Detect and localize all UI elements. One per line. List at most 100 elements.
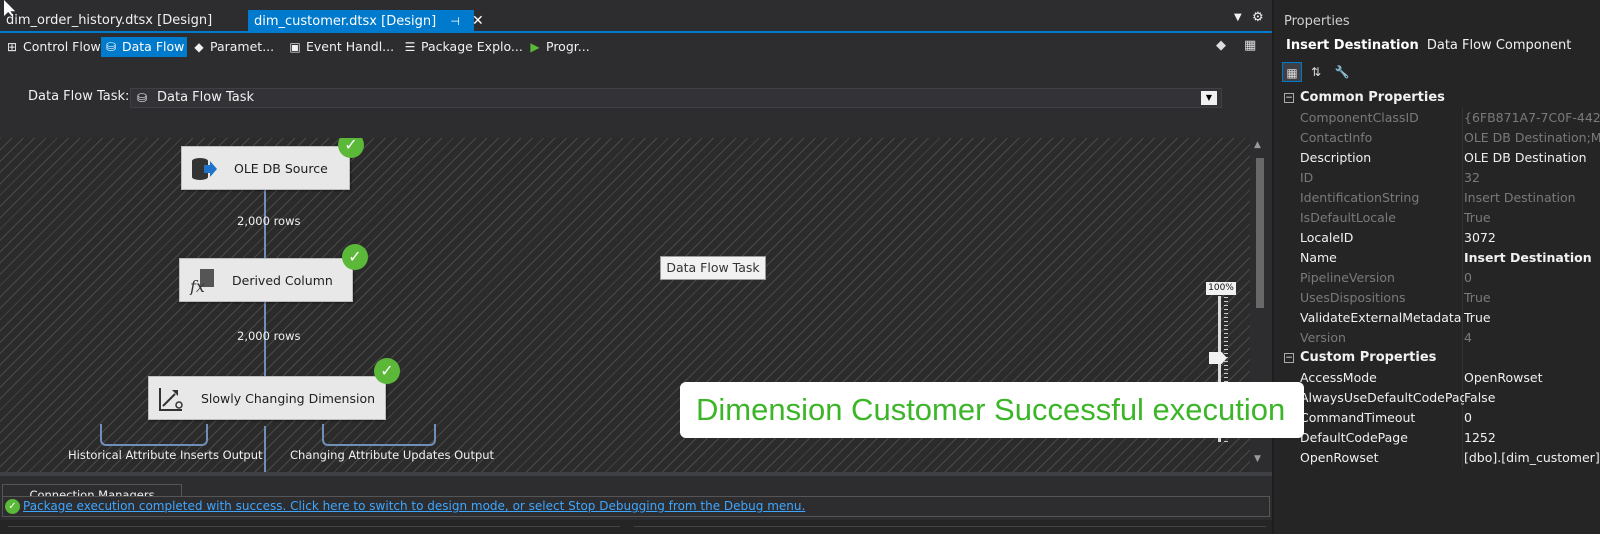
property-name: PipelineVersion [1300,270,1395,285]
property-value[interactable]: 32 [1464,168,1600,188]
task-selector-value: Data Flow Task [157,90,255,105]
property-row[interactable]: LocaleID 3072 [1274,228,1600,248]
property-row[interactable]: DefaultCodePage 1252 [1274,428,1600,448]
bottom-pane-left [8,526,620,534]
status-link[interactable]: Package execution completed with success… [23,499,805,513]
property-value[interactable]: 0 [1464,268,1600,288]
path-connector[interactable] [264,426,266,472]
property-value[interactable]: OLE DB Destination [1464,148,1600,168]
execution-status-bar: ✓ Package execution completed with succe… [2,496,1270,517]
designer-toolbar: ⊞ Control Flow ⛁ Data Flow ◆ Paramet... ▣ Ev… [0,35,1272,59]
chevron-down-icon[interactable]: ▼ [1201,91,1217,105]
scd-icon [159,388,183,411]
property-name: OpenRowset [1300,450,1379,465]
property-row[interactable]: Description OLE DB Destination [1274,148,1600,168]
variables-icon[interactable]: ◆ [1216,38,1226,53]
pin-icon[interactable]: ⊣ [450,15,460,28]
tab-label: Progr... [546,39,590,54]
alphabetical-icon[interactable]: ⇅ [1306,62,1326,82]
gear-icon[interactable]: ⚙ [1252,10,1264,25]
property-value[interactable]: True [1464,308,1600,328]
property-value[interactable]: {6FB871A7-7C0F-4421 [1464,108,1600,128]
bottom-pane-right [634,526,1266,534]
scroll-down-icon[interactable]: ▼ [1254,454,1261,464]
property-value[interactable]: Insert Destination [1464,248,1600,268]
property-row[interactable]: OpenRowset [dbo].[dim_customer] [1274,448,1600,468]
property-name: ValidateExternalMetadata [1300,310,1462,325]
property-name: AccessMode [1300,370,1377,385]
property-value[interactable]: 3072 [1464,228,1600,248]
component-label: Slowly Changing Dimension [201,391,376,406]
property-value[interactable]: OpenRowset [1464,368,1600,388]
tab-event-handlers[interactable]: ▣ Event Handl... [285,37,397,57]
tab-label: dim_customer.dtsx [Design] [254,14,437,29]
tab-label: Package Explo... [421,39,523,54]
output-label-historical: Historical Attribute Inserts Output [68,448,263,462]
property-row[interactable]: ComponentClassID {6FB871A7-7C0F-4421 [1274,108,1600,128]
tab-dropdown-icon[interactable]: ▼ [1234,12,1242,23]
property-row[interactable]: ValidateExternalMetadata True [1274,308,1600,328]
bottom-panes [0,520,1272,534]
property-value[interactable]: True [1464,208,1600,228]
output-connector-historical[interactable] [100,424,208,446]
collapse-icon[interactable]: − [1284,93,1294,103]
collapse-icon[interactable]: − [1284,353,1294,363]
ole-db-source-icon [192,158,217,180]
row-count-label: 2,000 rows [237,329,301,343]
category-label: Custom Properties [1300,350,1437,365]
property-row[interactable]: ID 32 [1274,168,1600,188]
property-value[interactable]: False [1464,388,1600,408]
property-row[interactable]: ContactInfo OLE DB Destination;M [1274,128,1600,148]
property-value[interactable]: 1252 [1464,428,1600,448]
tab-label: Data Flow [122,39,185,54]
task-selector-dropdown[interactable]: ⛁ Data Flow Task ▼ [130,88,1222,108]
property-row[interactable]: CommandTimeout 0 [1274,408,1600,428]
category-custom-properties[interactable]: − Custom Properties [1274,348,1600,368]
task-tooltip: Data Flow Task [660,256,766,280]
tab-dim-customer[interactable]: dim_customer.dtsx [Design] ⊣ ✕ [248,10,484,32]
panel-title: Properties [1284,14,1350,29]
property-value[interactable]: Insert Destination [1464,188,1600,208]
success-check-icon: ✓ [338,138,364,158]
property-row[interactable]: PipelineVersion 0 [1274,268,1600,288]
property-pages-icon[interactable]: 🔧 [1332,62,1352,82]
categorized-icon[interactable]: ▦ [1282,62,1302,82]
output-connector-changing[interactable] [322,424,436,446]
success-check-icon: ✓ [5,499,20,514]
component-slowly-changing-dimension[interactable]: Slowly Changing Dimension [148,376,386,420]
property-value[interactable]: 0 [1464,408,1600,428]
task-selector-label: Data Flow Task: [28,89,130,104]
scrollbar-thumb[interactable] [1256,158,1264,308]
property-row[interactable]: Version 4 [1274,328,1600,348]
property-name: DefaultCodePage [1300,430,1408,445]
component-ole-db-source[interactable]: OLE DB Source [181,146,350,190]
property-value[interactable]: OLE DB Destination;M [1464,128,1600,148]
property-row[interactable]: UsesDispositions True [1274,288,1600,308]
tab-package-explorer[interactable]: ☰ Package Explo... [400,37,526,57]
property-name: ID [1300,170,1314,185]
property-value[interactable]: 4 [1464,328,1600,348]
property-value[interactable]: True [1464,288,1600,308]
tab-label: Event Handl... [306,39,395,54]
toolbox-icon[interactable]: ▦ [1244,38,1256,53]
property-name: Description [1300,150,1372,165]
scroll-up-icon[interactable]: ▲ [1254,140,1261,150]
tab-dim-order-history[interactable]: dim_order_history.dtsx [Design] [0,10,248,32]
tab-control-flow[interactable]: ⊞ Control Flow [2,37,104,57]
selected-object[interactable]: Insert Destination Data Flow Component [1286,38,1571,53]
component-derived-column[interactable]: fx Derived Column [179,258,353,302]
property-row[interactable]: Name Insert Destination [1274,248,1600,268]
property-row[interactable]: AccessMode OpenRowset [1274,368,1600,388]
success-toast: Dimension Customer Successful execution [680,382,1304,438]
tab-progress[interactable]: ▶ Progr... [525,37,593,57]
success-check-icon: ✓ [342,244,368,270]
category-common-properties[interactable]: − Common Properties [1274,88,1600,108]
property-row[interactable]: IsDefaultLocale True [1274,208,1600,228]
close-icon[interactable]: ✕ [472,13,484,29]
property-value[interactable]: [dbo].[dim_customer] [1464,448,1600,468]
property-row[interactable]: AlwaysUseDefaultCodePage False [1274,388,1600,408]
tab-parameters[interactable]: ◆ Paramet... [189,37,277,57]
document-tab-bar: dim_order_history.dtsx [Design] dim_cust… [0,0,1272,32]
property-row[interactable]: IdentificationString Insert Destination [1274,188,1600,208]
tab-data-flow[interactable]: ⛁ Data Flow [101,37,188,57]
